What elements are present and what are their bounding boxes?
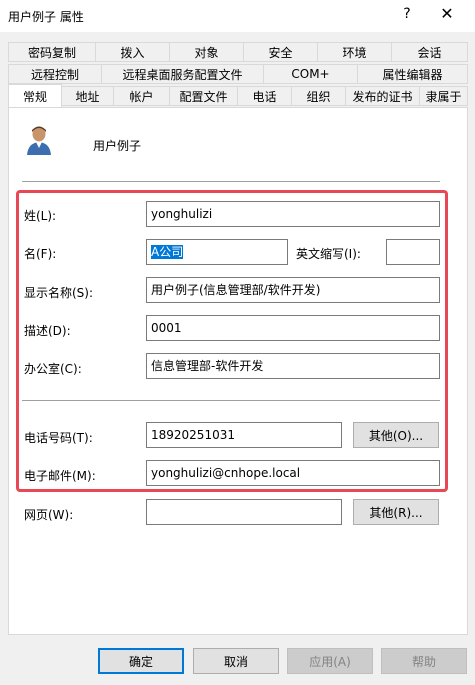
given-name-selection: A公司	[151, 245, 184, 259]
user-icon	[26, 124, 52, 156]
tab-telephones[interactable]: 电话	[238, 86, 292, 106]
web-page-label: 网页(W):	[24, 508, 74, 522]
description-label: 描述(D):	[24, 324, 71, 338]
office-label: 办公室(C):	[24, 362, 82, 376]
help-icon[interactable]: ?	[396, 6, 418, 26]
email-label: 电子邮件(M):	[24, 469, 96, 483]
tab-remote-control[interactable]: 远程控制	[8, 64, 102, 84]
tab-password-replication[interactable]: 密码复制	[8, 42, 96, 62]
tab-account[interactable]: 帐户	[114, 86, 170, 106]
tab-com-plus[interactable]: COM+	[264, 64, 358, 84]
user-display-name: 用户例子	[93, 139, 142, 153]
tab-published-certificates[interactable]: 发布的证书	[346, 86, 420, 106]
email-input[interactable]: yonghulizi@cnhope.local	[146, 460, 440, 486]
tab-environment[interactable]: 环境	[318, 42, 392, 62]
given-name-input[interactable]: A公司	[146, 239, 288, 265]
initials-input[interactable]	[386, 239, 440, 265]
ok-button[interactable]: 确定	[98, 648, 184, 674]
tab-general[interactable]: 常规	[8, 84, 62, 107]
given-name-label: 名(F):	[24, 247, 57, 261]
title-bar: 用户例子 属性 ? ✕	[0, 0, 475, 32]
initials-label: 英文缩写(I):	[296, 247, 361, 261]
tab-attribute-editor[interactable]: 属性编辑器	[358, 64, 468, 84]
close-icon[interactable]: ✕	[434, 4, 460, 26]
tab-address[interactable]: 地址	[62, 86, 114, 106]
surname-input[interactable]: yonghulizi	[146, 201, 440, 227]
web-other-button[interactable]: 其他(R)...	[353, 499, 439, 525]
tab-row-2: 远程控制 远程桌面服务配置文件 COM+ 属性编辑器	[8, 64, 468, 84]
tab-row-3: 常规 地址 帐户 配置文件 电话 组织 发布的证书 隶属于	[8, 84, 468, 107]
tab-row-1: 密码复制 拨入 对象 安全 环境 会话	[8, 42, 468, 62]
phone-input[interactable]: 18920251031	[146, 422, 342, 448]
tab-member-of[interactable]: 隶属于	[420, 86, 468, 106]
tab-security[interactable]: 安全	[244, 42, 318, 62]
surname-label: 姓(L):	[24, 209, 57, 223]
header-separator	[22, 181, 440, 182]
help-button[interactable]: 帮助	[381, 648, 467, 674]
description-input[interactable]: 0001	[146, 315, 440, 341]
web-page-input[interactable]	[146, 499, 342, 525]
tab-dial-in[interactable]: 拨入	[96, 42, 170, 62]
tab-rds-profile[interactable]: 远程桌面服务配置文件	[102, 64, 264, 84]
window-title: 用户例子 属性	[8, 10, 84, 24]
office-input[interactable]: 信息管理部-软件开发	[146, 353, 440, 379]
cancel-button[interactable]: 取消	[193, 648, 279, 674]
tab-profile[interactable]: 配置文件	[170, 86, 238, 106]
display-name-input[interactable]: 用户例子(信息管理部/软件开发)	[146, 277, 440, 303]
display-name-label: 显示名称(S):	[24, 286, 94, 300]
apply-button[interactable]: 应用(A)	[287, 648, 373, 674]
tab-object[interactable]: 对象	[170, 42, 244, 62]
tab-session[interactable]: 会话	[392, 42, 468, 62]
phone-other-button[interactable]: 其他(O)...	[353, 422, 439, 448]
form-separator	[22, 400, 440, 401]
phone-label: 电话号码(T):	[24, 431, 93, 445]
tab-organization[interactable]: 组织	[292, 86, 346, 106]
